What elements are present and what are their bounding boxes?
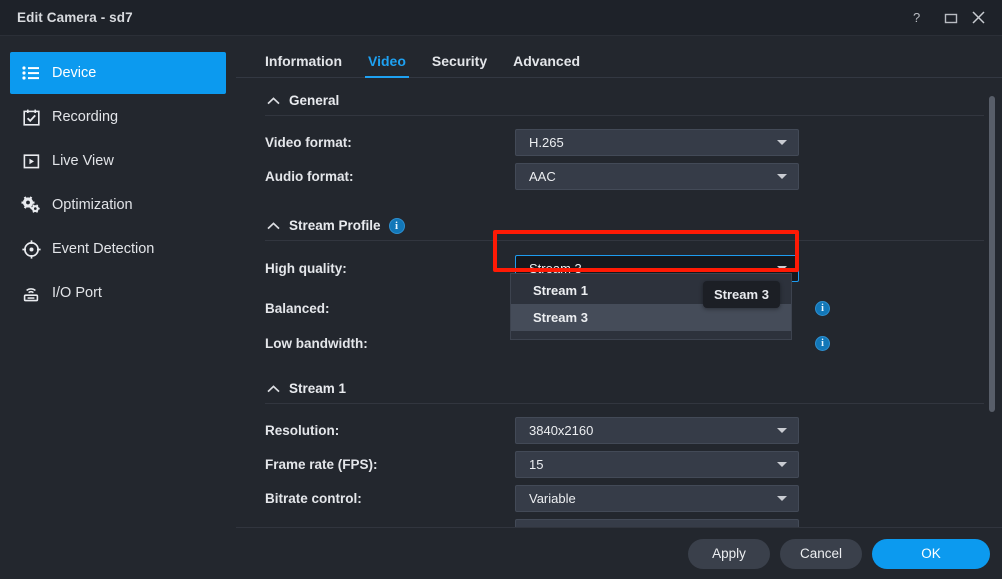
chevron-up-icon — [265, 218, 281, 234]
maximize-icon[interactable] — [934, 0, 967, 36]
image-quality-select[interactable]: 5 (Highest) — [515, 518, 799, 527]
sidebar-item-label: Live View — [52, 153, 114, 169]
resolution-select[interactable]: 3840x2160 — [515, 416, 799, 444]
row-label: Video format: — [265, 134, 352, 150]
row-audio-format: Audio format: AAC — [265, 159, 1002, 193]
ok-button[interactable]: OK — [872, 538, 990, 569]
section-header-general[interactable]: General — [265, 90, 984, 116]
sidebar-item-optimization[interactable]: Optimization — [10, 184, 226, 226]
sidebar-item-io-port[interactable]: I/O Port — [10, 272, 226, 314]
cancel-button[interactable]: Cancel — [780, 538, 862, 569]
chevron-up-icon — [265, 93, 281, 109]
tab-security[interactable]: Security — [432, 53, 487, 77]
chevron-down-icon — [777, 174, 787, 179]
select-value: AAC — [529, 168, 556, 184]
apply-button[interactable]: Apply — [688, 538, 770, 569]
info-icon[interactable]: i — [388, 217, 405, 234]
window-controls: ? — [901, 0, 1002, 36]
sidebar-item-label: Recording — [52, 109, 119, 125]
gears-icon — [14, 196, 48, 214]
io-port-icon — [14, 285, 48, 302]
dialog-footer: Apply Cancel OK — [236, 527, 1002, 579]
row-label: Low bandwidth: — [265, 335, 368, 351]
tab-bar: Information Video Security Advanced — [236, 36, 1002, 78]
sidebar: Device Recording Live View Optimization … — [0, 36, 236, 579]
section-title: Stream Profile — [289, 218, 381, 233]
section-title: Stream 1 — [289, 381, 347, 396]
sidebar-item-label: I/O Port — [52, 285, 102, 301]
row-bitrate-control: Bitrate control: Variable — [265, 481, 1002, 515]
sidebar-item-event-detection[interactable]: Event Detection — [10, 228, 226, 270]
select-value: 15 — [529, 456, 544, 472]
tooltip: Stream 3 — [703, 281, 780, 308]
play-box-icon — [14, 153, 48, 169]
tab-advanced[interactable]: Advanced — [513, 53, 580, 77]
video-format-select[interactable]: H.265 — [515, 128, 799, 156]
row-label: Bitrate control: — [265, 490, 362, 506]
list-icon — [14, 66, 48, 80]
svg-text:?: ? — [913, 11, 920, 25]
crosshair-icon — [14, 239, 48, 259]
select-value: Variable — [529, 490, 576, 506]
close-icon[interactable] — [967, 0, 989, 36]
dropdown-option-stream-3[interactable]: Stream 3 — [511, 304, 791, 331]
scrollbar[interactable] — [988, 78, 996, 527]
section-header-stream-profile[interactable]: Stream Profile i — [265, 215, 984, 241]
row-label: Audio format: — [265, 168, 354, 184]
sidebar-item-live-view[interactable]: Live View — [10, 140, 226, 182]
window-title: Edit Camera - sd7 — [17, 10, 133, 25]
calendar-check-icon — [14, 109, 48, 126]
row-label: Frame rate (FPS): — [265, 456, 378, 472]
sidebar-item-label: Event Detection — [52, 241, 155, 257]
row-label: High quality: — [265, 260, 347, 276]
sidebar-item-device[interactable]: Device — [10, 52, 226, 94]
scrollbar-thumb[interactable] — [989, 96, 995, 412]
row-label: Balanced: — [265, 300, 330, 316]
tab-information[interactable]: Information — [265, 53, 342, 77]
chevron-down-icon — [777, 266, 787, 271]
row-frame-rate: Frame rate (FPS): 15 — [265, 447, 1002, 481]
section-header-stream1[interactable]: Stream 1 — [265, 378, 984, 404]
chevron-down-icon — [777, 428, 787, 433]
chevron-down-icon — [777, 462, 787, 467]
row-label: Resolution: — [265, 422, 340, 438]
row-video-format: Video format: H.265 — [265, 125, 1002, 159]
frame-rate-select[interactable]: 15 — [515, 450, 799, 478]
help-icon[interactable]: ? — [901, 0, 934, 36]
sidebar-item-label: Device — [52, 65, 97, 81]
chevron-down-icon — [777, 496, 787, 501]
bitrate-control-select[interactable]: Variable — [515, 484, 799, 512]
sidebar-item-recording[interactable]: Recording — [10, 96, 226, 138]
chevron-up-icon — [265, 381, 281, 397]
audio-format-select[interactable]: AAC — [515, 162, 799, 190]
info-icon[interactable]: i — [815, 335, 830, 351]
chevron-down-icon — [777, 140, 787, 145]
row-resolution: Resolution: 3840x2160 — [265, 413, 1002, 447]
title-bar: Edit Camera - sd7 ? — [0, 0, 1002, 36]
edit-camera-dialog: Edit Camera - sd7 ? Device Recording Liv… — [0, 0, 1002, 579]
tab-video[interactable]: Video — [365, 53, 409, 78]
select-value: 3840x2160 — [529, 422, 594, 438]
row-image-quality: Image quality: 5 (Highest) — [265, 515, 1002, 527]
info-icon[interactable]: i — [815, 300, 830, 316]
sidebar-item-label: Optimization — [52, 197, 133, 213]
section-title: General — [289, 93, 340, 108]
select-value: H.265 — [529, 134, 564, 150]
